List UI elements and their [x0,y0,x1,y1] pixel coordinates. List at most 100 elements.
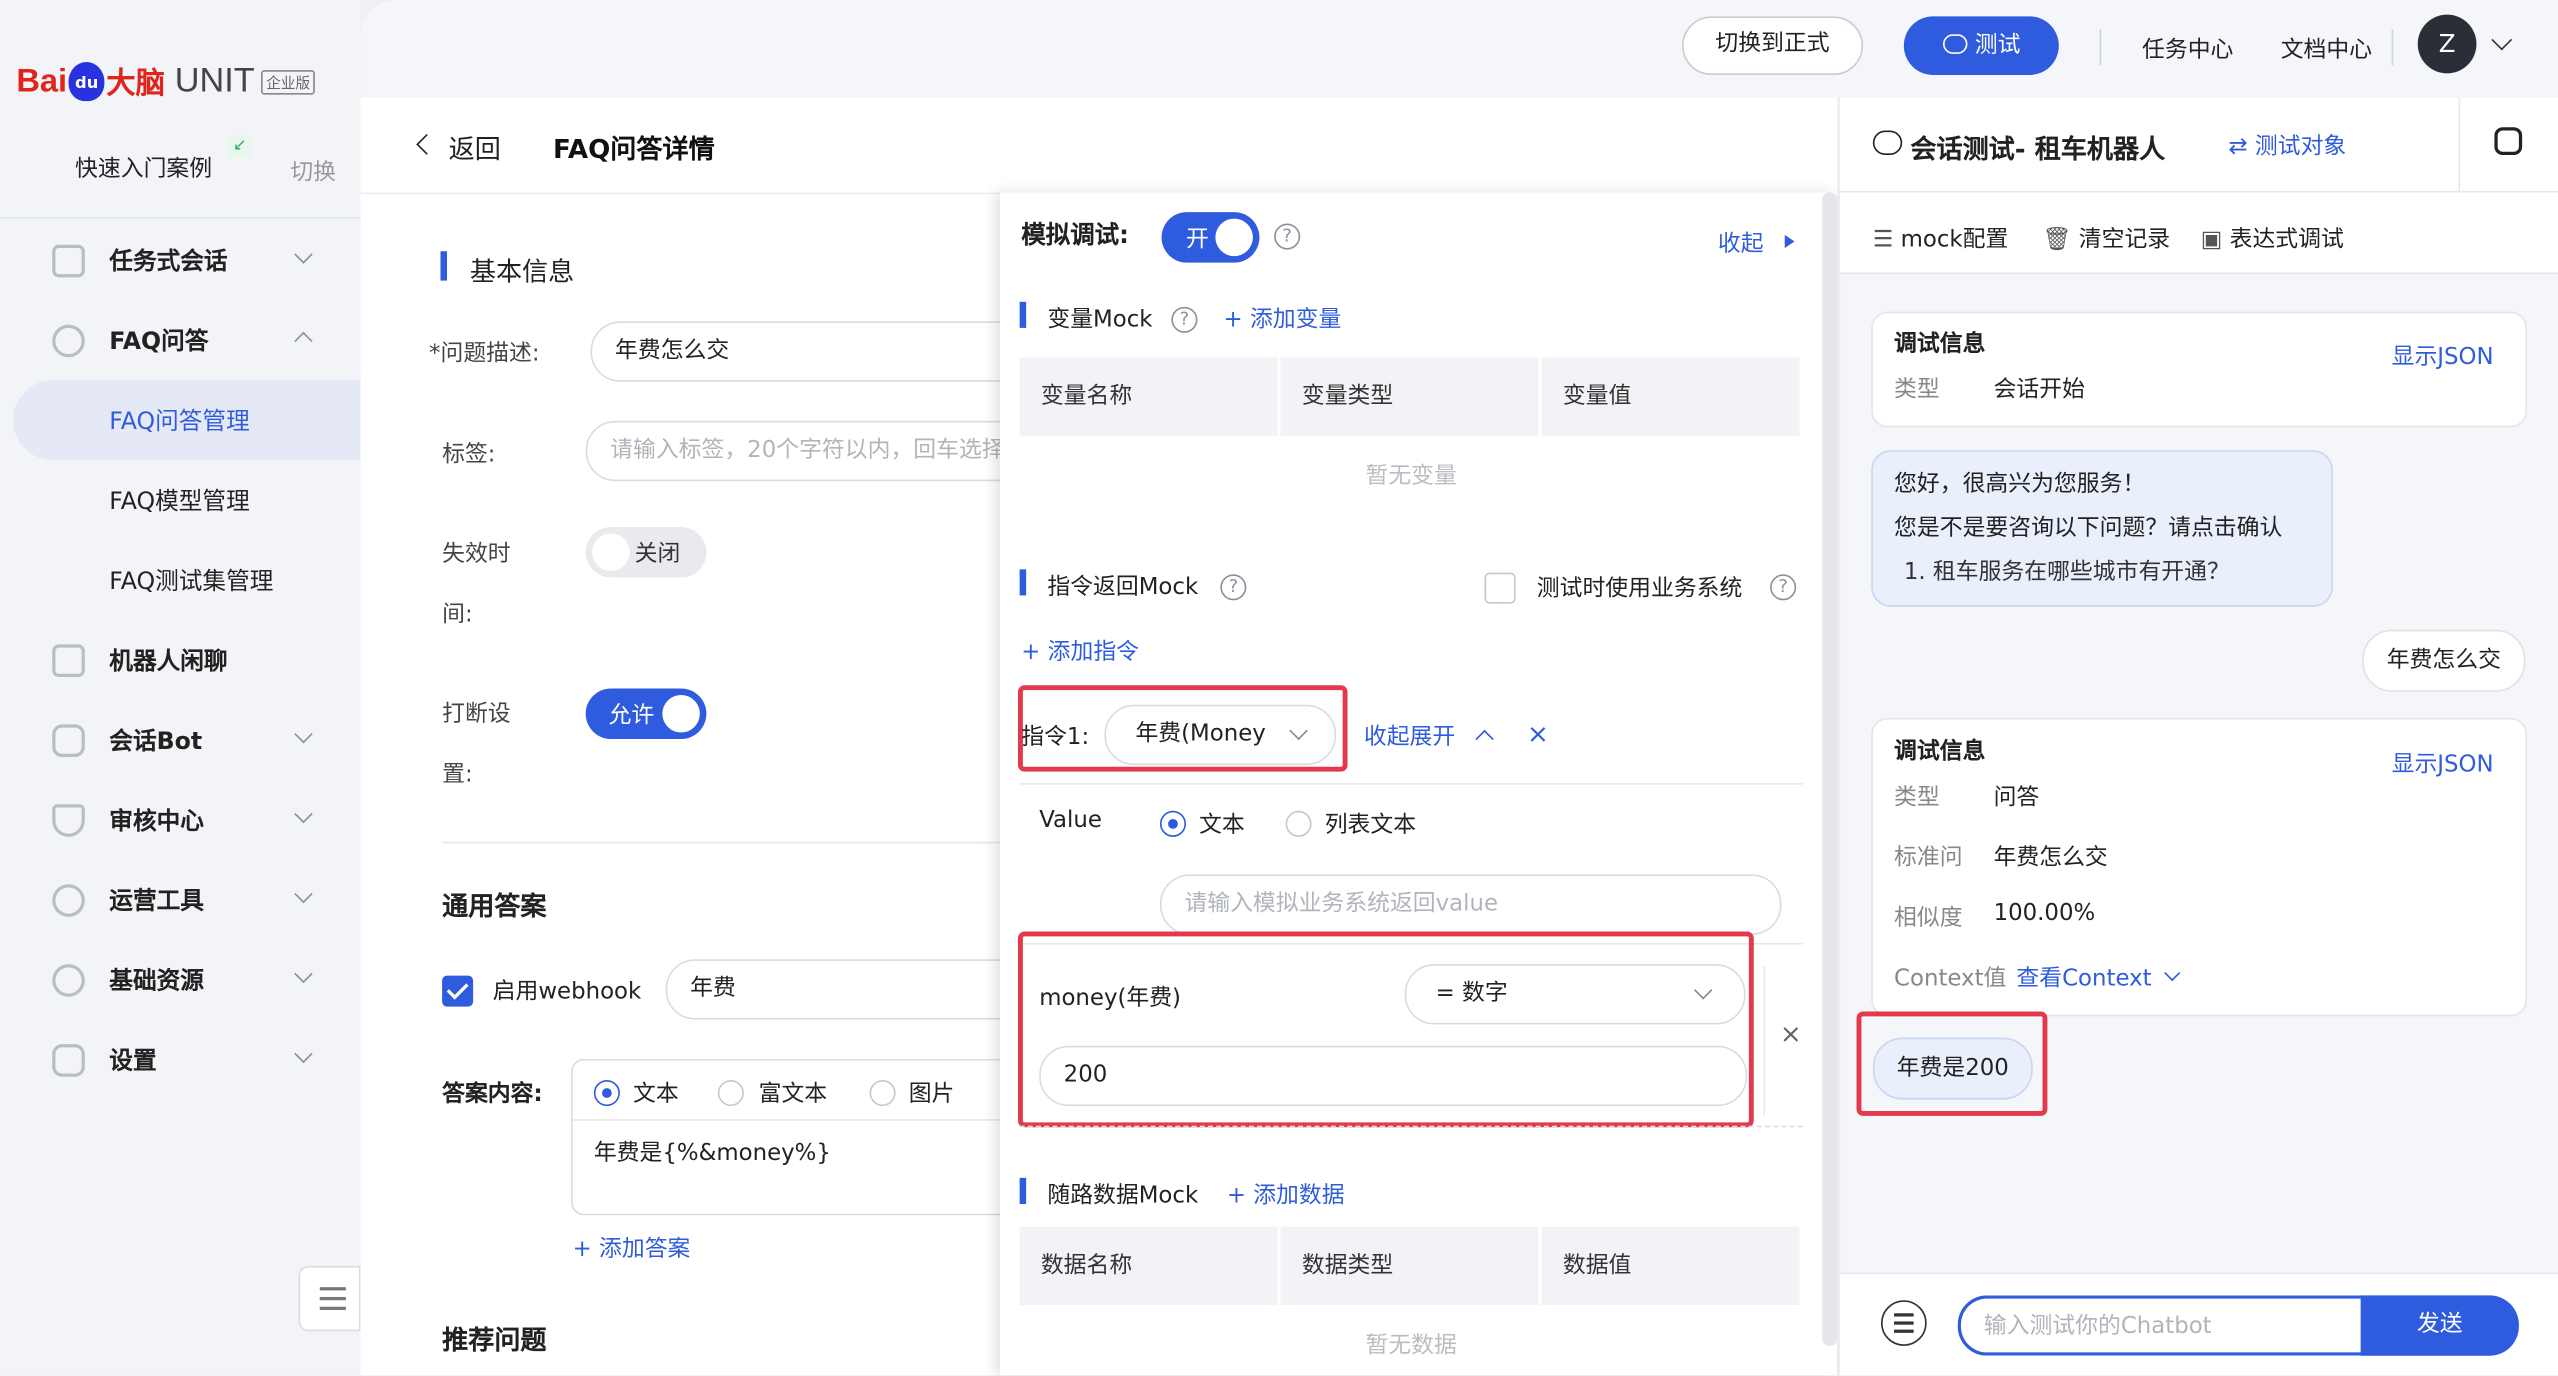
cubes-icon [52,963,85,996]
logo-unit: UNIT [174,61,255,100]
send-button[interactable]: 发送 [2360,1295,2519,1356]
toggle-label: 允许 [608,703,655,730]
question-circle-icon [52,323,85,357]
help-icon[interactable]: ? [1220,574,1247,601]
value-type-label: 文本 [1199,812,1245,839]
tool-label: mock配置 [1900,226,2009,253]
chat-icon [1872,130,1903,155]
column-header: 变量值 [1542,357,1803,436]
close-icon[interactable]: × [1780,1018,1802,1049]
sidebar-item-faq[interactable]: FAQ问答 [0,300,361,380]
page-title: FAQ问答详情 [553,133,715,165]
question-input[interactable]: 年费怎么交 [590,321,1032,382]
help-icon[interactable]: ? [1770,574,1797,601]
info-value: 会话开始 [1993,376,2085,403]
bot-message-line: 您好，很高兴为您服务！ [1894,471,2146,498]
chevron-up-icon [294,331,313,351]
menu-list-icon[interactable] [1881,1300,1927,1346]
chevron-down-icon [294,1044,313,1064]
toggle-knob [662,694,700,733]
info-key: 标准问 [1894,845,1963,872]
show-json-link[interactable]: 显示JSON [2392,339,2494,372]
bot-reply: 年费是200 [1872,1037,2033,1100]
expire-toggle[interactable]: 关闭 [585,526,707,578]
close-icon[interactable]: × [1527,718,1549,749]
sidebar-item-label: 任务式会话 [109,249,228,276]
switch-link[interactable]: 切换 [290,155,336,188]
bot-message-line: 您是不是要咨询以下问题？请点击确认 [1894,515,2283,542]
collapse-expand-link[interactable]: 收起展开 [1364,719,1455,752]
quick-start-arrow-icon: ↙ [228,135,252,159]
divider [2391,29,2394,66]
divider [572,1119,1001,1121]
test-button-label: 测试 [1974,32,2021,59]
show-json-link[interactable]: 显示JSON [2392,747,2494,780]
sidebar-collapse-button[interactable] [298,1265,361,1332]
answer-type-label: 文本 [632,1081,679,1108]
slot-type-select[interactable]: = 数字 [1404,964,1746,1025]
slot-value-input[interactable]: 200 [1039,1045,1748,1107]
terminal-icon: ▣ [2200,226,2230,253]
sidebar-item-task-dialog[interactable]: 任务式会话 [0,220,361,300]
tag-input[interactable]: 请输入标签，20个字符以内，回车选择 [585,420,1027,482]
add-answer-link[interactable]: + 添加答案 [573,1232,691,1265]
value-type-list-radio[interactable] [1285,810,1312,837]
sidebar-item-label: FAQ问答管理 [109,409,250,436]
switch-to-formal-button[interactable]: 切换到正式 [1681,16,1864,76]
sidebar-item-review[interactable]: 审核中心 [0,780,361,860]
mock-debug-toggle[interactable]: 开 [1161,212,1260,263]
test-button[interactable]: 测试 [1903,16,2059,76]
add-variable-link[interactable]: + 添加变量 [1224,302,1342,335]
avatar[interactable]: Z [2417,14,2477,74]
command-label: 指令1: [1021,724,1090,751]
sidebar-item-faq-management[interactable]: FAQ问答管理 [13,380,361,461]
mock-value-input[interactable]: 请输入模拟业务系统返回value [1159,874,1782,935]
var-mock-title: 变量Mock [1047,306,1153,333]
help-icon[interactable]: ? [1171,306,1198,333]
toggle-label: 开 [1186,226,1209,253]
sidebar-item-faq-model[interactable]: FAQ模型管理 [0,460,361,540]
tag-label: 标签: [442,442,496,469]
back-link[interactable]: 返回 [449,127,501,166]
answer-type-label: 富文本 [758,1081,828,1108]
webhook-checkbox[interactable] [442,975,474,1007]
sidebar-item-dialog-bot[interactable]: 会话Bot [0,700,361,780]
sidebar-item-label: 机器人闲聊 [109,649,228,676]
settings-icon[interactable] [2494,127,2523,155]
gauge-icon [52,883,85,917]
expression-debug-button[interactable]: ▣ 表达式调试 [2201,222,2344,255]
use-business-checkbox[interactable] [1484,572,1516,604]
scrollbar[interactable] [1822,192,1837,1346]
sidebar-item-resources[interactable]: 基础资源 [0,940,361,1020]
add-command-link[interactable]: + 添加指令 [1021,635,1139,668]
edition-badge: 企业版 [261,69,316,94]
answer-type-richtext-radio[interactable] [717,1079,744,1107]
webhook-input[interactable]: 年费 [665,959,1041,1020]
collapse-mock-link[interactable]: 收起 [1718,227,1764,260]
answer-type-image-radio[interactable] [869,1079,896,1107]
column-header: 变量类型 [1281,357,1542,436]
sidebar-item-settings[interactable]: 设置 [0,1020,361,1100]
value-type-text-radio[interactable] [1159,810,1187,837]
divider [2099,29,2102,66]
quick-start-link[interactable]: 快速入门案例 [75,152,212,185]
suggested-question-link[interactable]: 1. 租车服务在哪些城市有开通？ [1904,555,2230,588]
sidebar-item-faq-testset[interactable]: FAQ测试集管理 [0,540,361,620]
mock-config-button[interactable]: ☰ mock配置 [1873,222,2008,255]
task-center-link[interactable]: 任务中心 [2142,33,2233,66]
add-data-link[interactable]: + 添加数据 [1227,1178,1345,1211]
toggle-knob [592,533,630,571]
chat-input[interactable]: 输入测试你的Chatbot [1957,1295,2382,1356]
interrupt-toggle[interactable]: 允许 [585,688,707,740]
sidebar-item-label: FAQ模型管理 [109,489,250,516]
test-target-button[interactable]: ⇄ 测试对象 [2228,129,2346,162]
doc-center-link[interactable]: 文档中心 [2281,33,2372,66]
section-marker [1019,301,1027,328]
sidebar-item-ops-tools[interactable]: 运营工具 [0,860,361,940]
answer-type-text-radio[interactable] [593,1079,620,1107]
sidebar-item-chitchat[interactable]: 机器人闲聊 [0,620,361,700]
clear-records-button[interactable]: 🗑 清空记录 [2043,222,2171,255]
view-context-link[interactable]: 查看Context [2016,961,2151,994]
answer-textarea[interactable]: 年费是{%&money%} [594,1135,831,1168]
help-icon[interactable]: ? [1274,223,1301,250]
